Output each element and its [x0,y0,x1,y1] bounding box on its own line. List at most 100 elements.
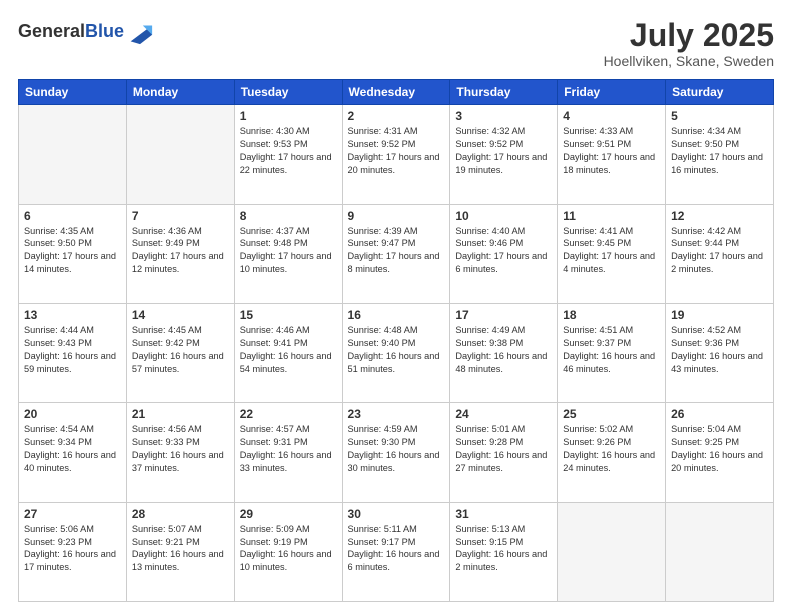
day-info: Sunrise: 4:32 AM Sunset: 9:52 PM Dayligh… [455,125,552,177]
calendar-week-row: 20 Sunrise: 4:54 AM Sunset: 9:34 PM Dayli… [19,403,774,502]
calendar-cell: 27 Sunrise: 5:06 AM Sunset: 9:23 PM Dayli… [19,502,127,601]
calendar-cell: 4Sunrise: 4:33 AM Sunset: 9:51 PM Daylig… [558,105,666,204]
day-info: Sunrise: 4:34 AM Sunset: 9:50 PM Dayligh… [671,125,768,177]
col-header-monday: Monday [126,80,234,105]
page: GeneralBlue July 2025 Hoellviken, Skane,… [0,0,792,612]
col-header-friday: Friday [558,80,666,105]
day-number: 15 [240,308,337,322]
day-number: 1 [240,109,337,123]
day-number: 19 [671,308,768,322]
day-number: 28 [132,507,229,521]
day-number: 30 [348,507,445,521]
calendar-cell: 16 Sunrise: 4:48 AM Sunset: 9:40 PM Dayli… [342,303,450,402]
header-right: July 2025 Hoellviken, Skane, Sweden [604,18,774,69]
day-number: 14 [132,308,229,322]
day-info: Sunrise: 4:52 AM Sunset: 9:36 PM Dayligh… [671,324,768,376]
calendar-cell: 13 Sunrise: 4:44 AM Sunset: 9:43 PM Dayli… [19,303,127,402]
day-info: Sunrise: 5:06 AM Sunset: 9:23 PM Dayligh… [24,523,121,575]
calendar-cell [19,105,127,204]
day-number: 3 [455,109,552,123]
day-info: Sunrise: 4:39 AM Sunset: 9:47 PM Dayligh… [348,225,445,277]
day-info: Sunrise: 4:42 AM Sunset: 9:44 PM Dayligh… [671,225,768,277]
calendar-cell: 20 Sunrise: 4:54 AM Sunset: 9:34 PM Dayli… [19,403,127,502]
calendar-cell: 24Sunrise: 5:01 AM Sunset: 9:28 PM Dayli… [450,403,558,502]
day-number: 2 [348,109,445,123]
day-info: Sunrise: 4:48 AM Sunset: 9:40 PM Dayligh… [348,324,445,376]
day-info: Sunrise: 4:31 AM Sunset: 9:52 PM Dayligh… [348,125,445,177]
day-info: Sunrise: 4:37 AM Sunset: 9:48 PM Dayligh… [240,225,337,277]
day-info: Sunrise: 4:45 AM Sunset: 9:42 PM Dayligh… [132,324,229,376]
calendar-cell: 11 Sunrise: 4:41 AM Sunset: 9:45 PM Dayli… [558,204,666,303]
day-info: Sunrise: 5:11 AM Sunset: 9:17 PM Dayligh… [348,523,445,575]
day-info: Sunrise: 4:44 AM Sunset: 9:43 PM Dayligh… [24,324,121,376]
day-info: Sunrise: 4:54 AM Sunset: 9:34 PM Dayligh… [24,423,121,475]
day-info: Sunrise: 5:04 AM Sunset: 9:25 PM Dayligh… [671,423,768,475]
col-header-thursday: Thursday [450,80,558,105]
day-info: Sunrise: 4:36 AM Sunset: 9:49 PM Dayligh… [132,225,229,277]
day-number: 25 [563,407,660,421]
day-info: Sunrise: 5:01 AM Sunset: 9:28 PM Dayligh… [455,423,552,475]
day-info: Sunrise: 5:09 AM Sunset: 9:19 PM Dayligh… [240,523,337,575]
day-number: 23 [348,407,445,421]
day-info: Sunrise: 5:02 AM Sunset: 9:26 PM Dayligh… [563,423,660,475]
calendar-cell: 1 Sunrise: 4:30 AM Sunset: 9:53 PM Daylig… [234,105,342,204]
calendar-cell: 7Sunrise: 4:36 AM Sunset: 9:49 PM Daylig… [126,204,234,303]
day-info: Sunrise: 4:41 AM Sunset: 9:45 PM Dayligh… [563,225,660,277]
calendar-header-row: SundayMondayTuesdayWednesdayThursdayFrid… [19,80,774,105]
month-title: July 2025 [604,18,774,53]
logo-blue: Blue [85,21,124,41]
calendar-cell: 23 Sunrise: 4:59 AM Sunset: 9:30 PM Dayli… [342,403,450,502]
calendar-cell: 21 Sunrise: 4:56 AM Sunset: 9:33 PM Dayli… [126,403,234,502]
calendar-cell: 5Sunrise: 4:34 AM Sunset: 9:50 PM Daylig… [666,105,774,204]
logo-icon [126,18,154,46]
day-number: 21 [132,407,229,421]
calendar-week-row: 1 Sunrise: 4:30 AM Sunset: 9:53 PM Daylig… [19,105,774,204]
day-number: 12 [671,209,768,223]
logo: GeneralBlue [18,18,154,46]
day-number: 11 [563,209,660,223]
day-number: 10 [455,209,552,223]
calendar-cell: 25 Sunrise: 5:02 AM Sunset: 9:26 PM Dayli… [558,403,666,502]
day-info: Sunrise: 4:40 AM Sunset: 9:46 PM Dayligh… [455,225,552,277]
day-number: 6 [24,209,121,223]
day-number: 31 [455,507,552,521]
calendar-cell: 12 Sunrise: 4:42 AM Sunset: 9:44 PM Dayli… [666,204,774,303]
calendar-cell: 17Sunrise: 4:49 AM Sunset: 9:38 PM Dayli… [450,303,558,402]
day-number: 16 [348,308,445,322]
calendar-cell: 26 Sunrise: 5:04 AM Sunset: 9:25 PM Dayli… [666,403,774,502]
day-info: Sunrise: 4:33 AM Sunset: 9:51 PM Dayligh… [563,125,660,177]
day-info: Sunrise: 4:46 AM Sunset: 9:41 PM Dayligh… [240,324,337,376]
col-header-saturday: Saturday [666,80,774,105]
day-info: Sunrise: 4:59 AM Sunset: 9:30 PM Dayligh… [348,423,445,475]
day-number: 13 [24,308,121,322]
day-number: 27 [24,507,121,521]
day-info: Sunrise: 4:56 AM Sunset: 9:33 PM Dayligh… [132,423,229,475]
calendar-cell: 2 Sunrise: 4:31 AM Sunset: 9:52 PM Daylig… [342,105,450,204]
calendar-cell: 10 Sunrise: 4:40 AM Sunset: 9:46 PM Dayli… [450,204,558,303]
calendar-cell: 15 Sunrise: 4:46 AM Sunset: 9:41 PM Dayli… [234,303,342,402]
day-number: 20 [24,407,121,421]
day-info: Sunrise: 5:13 AM Sunset: 9:15 PM Dayligh… [455,523,552,575]
day-info: Sunrise: 4:57 AM Sunset: 9:31 PM Dayligh… [240,423,337,475]
calendar-week-row: 6 Sunrise: 4:35 AM Sunset: 9:50 PM Daylig… [19,204,774,303]
calendar-cell [558,502,666,601]
day-info: Sunrise: 4:49 AM Sunset: 9:38 PM Dayligh… [455,324,552,376]
day-info: Sunrise: 4:30 AM Sunset: 9:53 PM Dayligh… [240,125,337,177]
day-info: Sunrise: 4:35 AM Sunset: 9:50 PM Dayligh… [24,225,121,277]
day-number: 29 [240,507,337,521]
day-info: Sunrise: 4:51 AM Sunset: 9:37 PM Dayligh… [563,324,660,376]
calendar-week-row: 27 Sunrise: 5:06 AM Sunset: 9:23 PM Dayli… [19,502,774,601]
logo-text: GeneralBlue [18,22,124,42]
day-number: 18 [563,308,660,322]
calendar-cell: 3 Sunrise: 4:32 AM Sunset: 9:52 PM Daylig… [450,105,558,204]
col-header-wednesday: Wednesday [342,80,450,105]
col-header-sunday: Sunday [19,80,127,105]
day-number: 26 [671,407,768,421]
col-header-tuesday: Tuesday [234,80,342,105]
calendar-cell: 22Sunrise: 4:57 AM Sunset: 9:31 PM Dayli… [234,403,342,502]
day-number: 9 [348,209,445,223]
calendar-table: SundayMondayTuesdayWednesdayThursdayFrid… [18,79,774,602]
calendar-cell [126,105,234,204]
calendar-cell: 8Sunrise: 4:37 AM Sunset: 9:48 PM Daylig… [234,204,342,303]
calendar-cell: 6 Sunrise: 4:35 AM Sunset: 9:50 PM Daylig… [19,204,127,303]
